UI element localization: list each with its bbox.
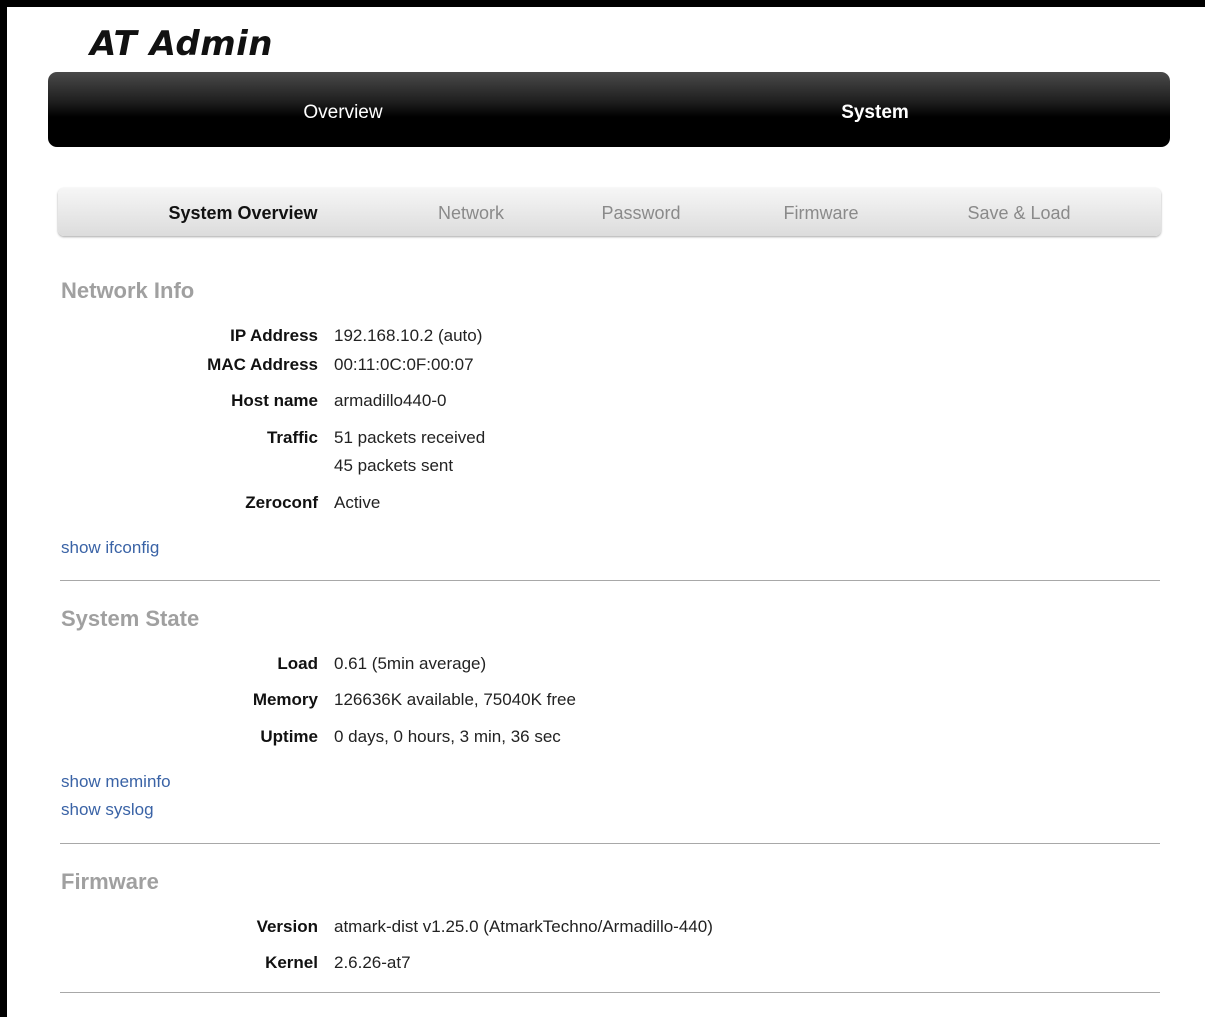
- app-logo: AT Admin: [90, 24, 273, 64]
- host-name-value: armadillo440-0: [334, 391, 447, 410]
- show-ifconfig-link[interactable]: show ifconfig: [61, 538, 159, 558]
- traffic-sent-value: 45 packets sent: [334, 456, 454, 475]
- section-title-system-state: System State: [61, 606, 200, 631]
- main-nav: Overview System: [48, 72, 1170, 147]
- section-divider: [60, 580, 1160, 581]
- section-divider: [60, 992, 1160, 993]
- ip-address-label: IP Address: [230, 326, 318, 345]
- sub-nav: System Overview Network Password Firmwar…: [58, 188, 1161, 236]
- memory-label: Memory: [252, 690, 318, 709]
- version-label: Version: [256, 917, 318, 936]
- sub-tab-password[interactable]: Password: [601, 203, 680, 224]
- mac-address-value: 00:11:0C:0F:00:07: [334, 355, 474, 374]
- kernel-value: 2.6.26-at7: [334, 953, 411, 972]
- window-frame-top: [0, 0, 1205, 7]
- zeroconf-value: Active: [334, 493, 381, 512]
- sub-tab-save-load[interactable]: Save & Load: [967, 203, 1070, 224]
- ip-address-value: 192.168.10.2 (auto): [334, 326, 483, 345]
- load-label: Load: [277, 654, 318, 673]
- load-value: 0.61 (5min average): [334, 654, 487, 673]
- window-frame-left: [0, 0, 7, 1017]
- host-name-label: Host name: [231, 391, 318, 410]
- mac-address-label: MAC Address: [207, 355, 318, 374]
- uptime-value: 0 days, 0 hours, 3 min, 36 sec: [334, 727, 561, 746]
- sub-tab-firmware[interactable]: Firmware: [784, 203, 859, 224]
- sub-tab-network[interactable]: Network: [438, 203, 504, 224]
- show-syslog-link[interactable]: show syslog: [61, 800, 154, 820]
- show-meminfo-link[interactable]: show meminfo: [61, 772, 171, 792]
- version-value: atmark-dist v1.25.0 (AtmarkTechno/Armadi…: [334, 917, 713, 936]
- traffic-received-value: 51 packets received: [334, 428, 486, 447]
- main-tab-system[interactable]: System: [841, 102, 909, 124]
- section-title-firmware: Firmware: [61, 869, 159, 894]
- uptime-label: Uptime: [260, 727, 318, 746]
- section-title-network-info: Network Info: [61, 278, 195, 303]
- main-tab-overview[interactable]: Overview: [303, 102, 382, 124]
- traffic-label: Traffic: [266, 428, 318, 447]
- section-divider: [60, 843, 1160, 844]
- kernel-label: Kernel: [265, 953, 318, 972]
- zeroconf-label: Zeroconf: [245, 493, 318, 512]
- memory-value: 126636K available, 75040K free: [334, 690, 576, 709]
- sub-tab-system-overview[interactable]: System Overview: [168, 203, 317, 224]
